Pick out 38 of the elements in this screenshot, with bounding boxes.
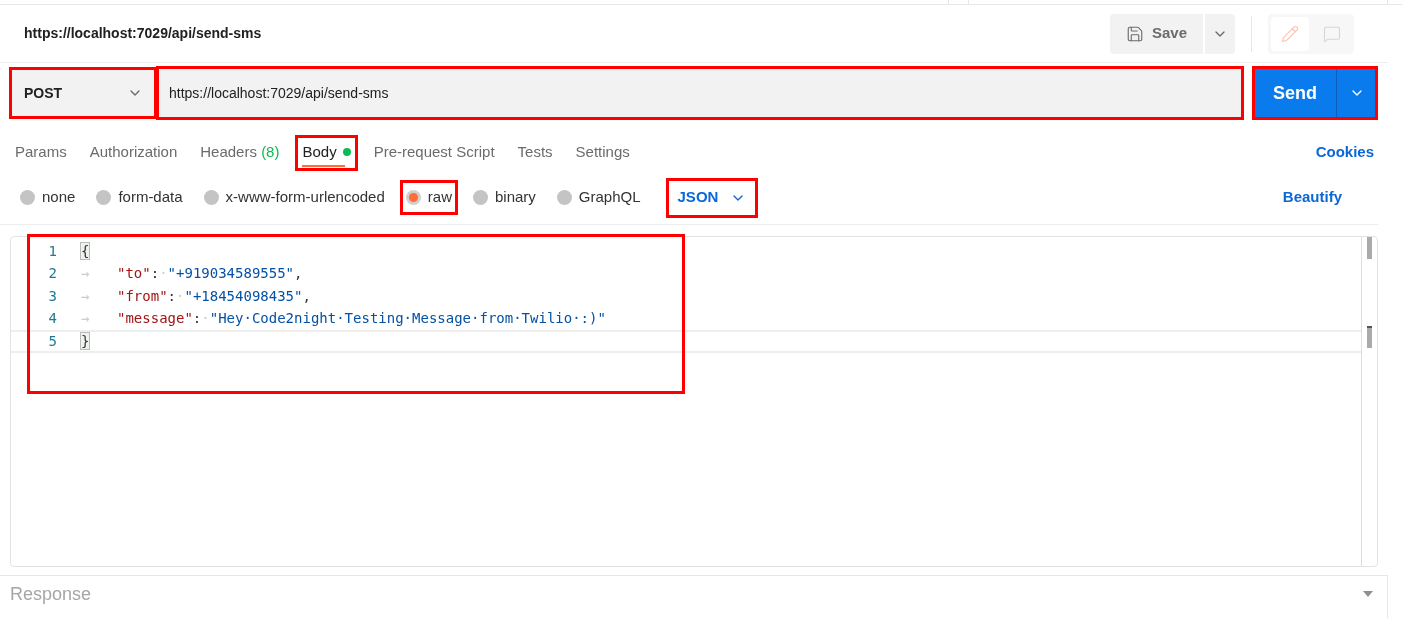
expand-triangle-icon [1363,591,1373,597]
save-icon [1125,24,1144,43]
request-tab[interactable]: Settings [568,134,637,171]
comment-icon [1323,24,1341,43]
body-type-radio[interactable]: raw [399,180,458,215]
line-number: 4 [47,309,57,329]
code-line: → "to":·"+919034589555", [81,264,303,284]
beautify-link[interactable]: Beautify [1282,186,1342,209]
request-title: https://localhost:7029/api/send-sms [24,24,262,43]
method-select[interactable]: POST [10,68,156,118]
code-line: → "message":·"Hey·Code2night·Testing·Message·from·Twilio·:)" [81,309,606,329]
line-number: 5 [47,331,57,351]
active-tab-underline [302,165,345,167]
response-label: Response [10,582,92,606]
send-button[interactable]: Send [1254,68,1336,118]
save-button[interactable]: Save [1109,13,1203,54]
format-select[interactable]: JSON [667,179,756,216]
request-tab[interactable]: Pre-request Script [366,134,502,171]
request-tab[interactable]: Body [295,134,358,171]
code-line: → "from":·"+18454098435", [81,286,311,306]
body-type-radio[interactable]: none [14,180,82,215]
url-field[interactable]: https://localhost:7029/api/send-sms [158,68,1242,118]
request-tab[interactable]: Authorization [82,134,185,171]
edit-button[interactable] [1271,16,1309,51]
cookies-link[interactable]: Cookies [1315,140,1374,171]
line-number: 3 [47,286,57,306]
body-type-radio[interactable]: x-www-form-urlencoded [197,180,391,215]
send-button-group[interactable]: Send [1254,68,1376,118]
save-options-button[interactable] [1205,13,1235,54]
body-type-radio[interactable]: GraphQL [550,180,647,215]
line-number: 1 [47,241,57,261]
request-tab[interactable]: Params [8,134,74,171]
request-tab[interactable]: Tests [510,134,560,171]
line-number: 2 [47,264,57,284]
body-type-radio[interactable]: form-data [90,180,189,215]
pencil-icon [1281,24,1299,43]
body-type-radio[interactable]: binary [466,180,542,215]
request-tab[interactable]: Headers (8) [193,134,287,171]
